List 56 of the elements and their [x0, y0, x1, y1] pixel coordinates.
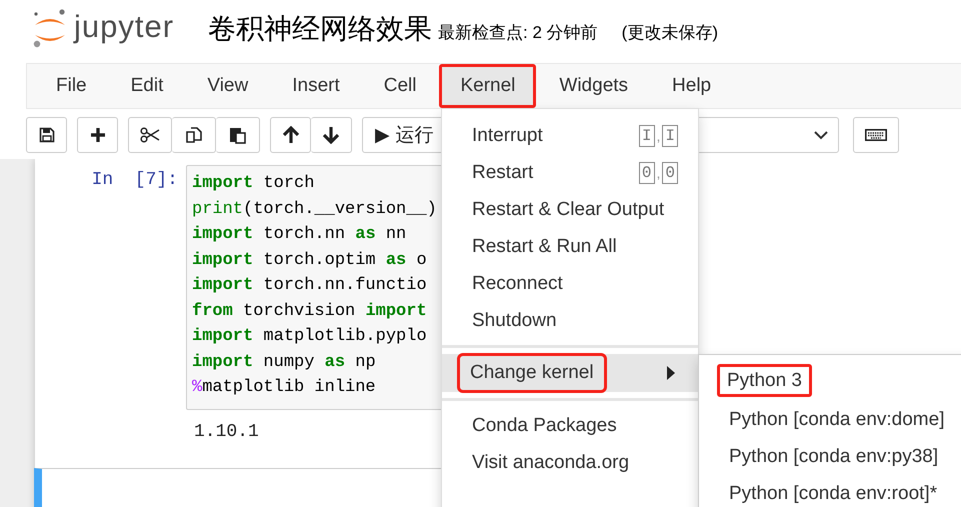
code-line: print(torch.__version__)	[192, 198, 437, 220]
move-down-button[interactable]	[311, 117, 352, 153]
menu-item[interactable]: Help	[651, 64, 732, 108]
kernel-option[interactable]: Python [conda env:dome]	[699, 401, 944, 438]
shortcut-key: 0	[638, 162, 654, 184]
menu-item[interactable]: Insert	[271, 64, 361, 108]
caret-right-icon	[667, 366, 675, 380]
code-line: import torch.optim as o	[192, 250, 427, 272]
shortcut-key: 0	[662, 162, 678, 184]
kernel-option[interactable]: Python [conda env:py38]	[699, 438, 938, 475]
kernel-option[interactable]: Python 3	[717, 364, 812, 397]
checkpoint-status: 最新检查点: 2 分钟前	[438, 22, 598, 44]
code-line: import numpy as np	[192, 352, 376, 374]
shortcut-key: I	[638, 124, 654, 146]
paste-button[interactable]	[216, 117, 260, 153]
save-status: (更改未保存)	[622, 22, 718, 44]
menu-item[interactable]: View	[186, 64, 270, 108]
shortcut-key: I	[662, 124, 678, 146]
menu-item[interactable]: Edit	[110, 64, 184, 108]
logo-text: jupyter	[74, 9, 174, 45]
move-up-button[interactable]	[270, 117, 311, 153]
code-line: import torch	[192, 173, 314, 195]
menu-option[interactable]: Interrupt	[472, 122, 543, 148]
code-line: %matplotlib inline	[192, 377, 376, 399]
cell-output: 1.10.1	[194, 420, 259, 444]
save-icon	[38, 127, 54, 143]
code-line: import torch.nn as nn	[192, 224, 406, 246]
menu-option[interactable]: Conda Packages	[472, 412, 617, 438]
keyboard-icon	[865, 129, 887, 141]
menu-option[interactable]: Reconnect	[472, 270, 563, 296]
code-line: import matplotlib.pyplo	[192, 326, 427, 348]
cut-button[interactable]	[128, 117, 172, 153]
code-line: from torchvision import	[192, 300, 427, 322]
menu-item[interactable]: Cell	[362, 64, 438, 108]
scissors-icon	[140, 127, 160, 143]
plus-icon	[90, 127, 106, 143]
menu-option[interactable]: Shutdown	[472, 308, 557, 334]
shortcut-separator: ,	[656, 164, 660, 180]
input-prompt: In [7]:	[90, 169, 179, 192]
menu-item[interactable]: Kernel	[439, 64, 536, 108]
menu-item[interactable]: File	[35, 64, 108, 108]
menu-option[interactable]: Visit anaconda.org	[472, 450, 630, 476]
arrow-down-icon	[322, 126, 340, 144]
copy-icon	[184, 126, 202, 144]
insert-cell-button[interactable]	[77, 117, 118, 153]
notebook-title[interactable]: 卷积神经网络效果	[208, 10, 432, 48]
kernel-option[interactable]: Python [conda env:root]*	[699, 475, 938, 507]
menu-item[interactable]: Widgets	[538, 64, 650, 108]
chevron-down-icon	[814, 130, 828, 140]
shortcut-separator: ,	[656, 128, 660, 144]
arrow-up-icon	[282, 126, 300, 144]
copy-button[interactable]	[172, 117, 216, 153]
save-button[interactable]	[26, 117, 67, 153]
paste-icon	[228, 126, 246, 144]
code-line: import torch.nn.functio	[192, 275, 427, 297]
command-palette-button[interactable]	[853, 117, 899, 153]
